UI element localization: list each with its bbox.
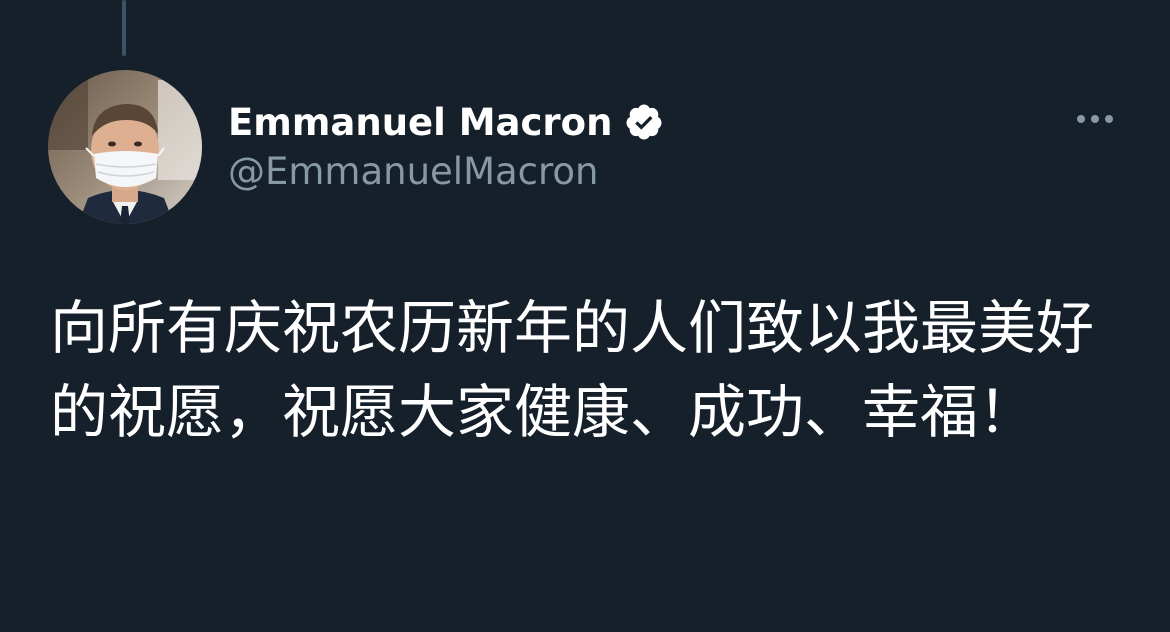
avatar-image	[48, 70, 202, 224]
author-handle[interactable]: @EmmanuelMacron	[228, 150, 599, 193]
thread-connector-line	[122, 0, 126, 56]
author-name[interactable]: Emmanuel Macron	[228, 101, 612, 144]
more-horizontal-icon	[1077, 115, 1113, 123]
author-header: Emmanuel Macron	[228, 92, 664, 152]
tweet-text: 向所有庆祝农历新年的人们致以我最美好的祝愿，祝愿大家健康、成功、幸福！	[50, 294, 1095, 446]
author-avatar[interactable]	[48, 70, 202, 224]
more-options-button[interactable]	[1070, 106, 1120, 132]
verified-badge-icon	[624, 102, 664, 142]
